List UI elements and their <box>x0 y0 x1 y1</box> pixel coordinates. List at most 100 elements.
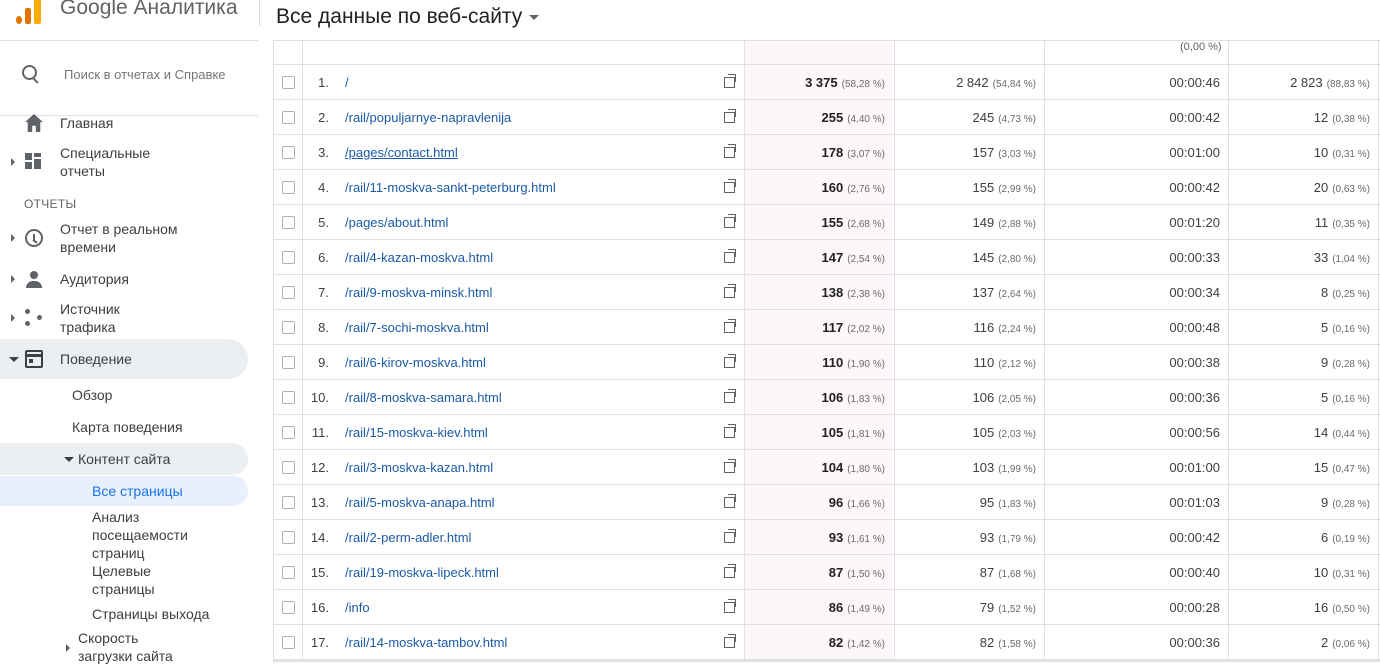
open-external-icon[interactable] <box>724 319 736 333</box>
row-checkbox[interactable] <box>282 321 295 334</box>
row-checkbox[interactable] <box>282 636 295 649</box>
row-checkbox[interactable] <box>282 146 295 159</box>
page-path-link[interactable]: /rail/8-moskva-samara.html <box>345 390 502 405</box>
row-checkbox[interactable] <box>282 566 295 579</box>
page-path-link[interactable]: /rail/populjarnye-napravlenija <box>345 110 511 125</box>
expand-arrow-icon[interactable] <box>11 275 15 283</box>
row-checkbox[interactable] <box>282 181 295 194</box>
page-path-link[interactable]: /rail/2-perm-adler.html <box>345 530 471 545</box>
nav-page-analysis[interactable]: Анализ посещаемости страниц <box>0 507 248 563</box>
open-external-icon[interactable] <box>724 494 736 508</box>
open-external-icon[interactable] <box>724 179 736 193</box>
nav-landing-pages[interactable]: Целевые страницы <box>0 561 248 599</box>
unique-pageviews-value: 82 <box>979 635 995 650</box>
page-path-link[interactable]: /rail/4-kazan-moskva.html <box>345 250 493 265</box>
nav-realtime-label: Отчет в реальном времени <box>60 221 178 255</box>
page-path-link[interactable]: /rail/5-moskva-anapa.html <box>345 495 495 510</box>
avg-time-cell: 00:00:48 <box>1169 320 1220 335</box>
open-external-icon[interactable] <box>724 599 736 613</box>
open-external-icon[interactable] <box>724 249 736 263</box>
page-path-link[interactable]: /rail/7-sochi-moskva.html <box>345 320 489 335</box>
entrances-cell: 12 (0,38 %) <box>1314 110 1370 125</box>
open-external-icon[interactable] <box>724 284 736 298</box>
open-external-icon[interactable] <box>724 529 736 543</box>
view-selector[interactable]: Все данные по веб-сайту <box>276 5 540 29</box>
row-checkbox[interactable] <box>282 356 295 369</box>
page-path-link[interactable]: /rail/15-moskva-kiev.html <box>345 425 488 440</box>
open-external-icon[interactable] <box>724 354 736 368</box>
row-checkbox[interactable] <box>282 286 295 299</box>
expand-arrow-icon[interactable] <box>11 314 15 322</box>
entrances-percent: (0,19 %) <box>1332 534 1370 545</box>
page-path-link[interactable]: /rail/6-kirov-moskva.html <box>345 355 486 370</box>
entrances-percent: (0,31 %) <box>1332 149 1370 160</box>
collapse-arrow-icon[interactable] <box>64 457 74 462</box>
nav-realtime[interactable]: Отчет в реальном времени <box>0 219 248 257</box>
row-checkbox[interactable] <box>282 426 295 439</box>
analytics-logo-icon[interactable] <box>14 0 44 24</box>
page-path-link[interactable]: /rail/11-moskva-sankt-peterburg.html <box>345 180 556 195</box>
nav-behavior-label: Поведение <box>60 351 132 367</box>
page-path-link[interactable]: /rail/3-moskva-kazan.html <box>345 460 493 475</box>
search-icon[interactable] <box>22 65 40 83</box>
open-external-icon[interactable] <box>724 459 736 473</box>
nav-overview[interactable]: Обзор <box>0 383 248 407</box>
nav-behavior[interactable]: Поведение <box>0 339 248 379</box>
pageviews-value: 86 <box>828 600 844 615</box>
page-path-link[interactable]: /pages/contact.html <box>345 145 458 160</box>
collapse-arrow-icon[interactable] <box>9 357 19 362</box>
entrances-value: 2 823 <box>1290 75 1323 90</box>
open-external-icon[interactable] <box>724 144 736 158</box>
row-checkbox[interactable] <box>282 496 295 509</box>
nav-exit-pages[interactable]: Страницы выхода <box>0 603 248 625</box>
avg-time-cell: 00:01:03 <box>1169 495 1220 510</box>
nav-custom-reports[interactable]: Специальные отчеты <box>0 143 248 181</box>
expand-arrow-icon[interactable] <box>66 644 70 652</box>
nav-home[interactable]: Главная <box>0 111 248 135</box>
pageviews-value: 155 <box>821 215 844 230</box>
nav-all-pages[interactable]: Все страницы <box>0 476 248 506</box>
pageviews-value: 87 <box>828 565 844 580</box>
row-index: 3. <box>318 145 329 160</box>
unique-pageviews-percent: (1,58 %) <box>998 639 1036 650</box>
search-input[interactable] <box>64 63 228 85</box>
brand-name[interactable]: Google Аналитика <box>60 0 238 20</box>
pageviews-percent: (1,66 %) <box>847 499 885 510</box>
row-checkbox[interactable] <box>282 461 295 474</box>
open-external-icon[interactable] <box>724 389 736 403</box>
entrances-cell: 9 (0,28 %) <box>1321 355 1370 370</box>
pageviews-value: 104 <box>821 460 844 475</box>
nav-behavior-map[interactable]: Карта поведения <box>0 415 248 439</box>
row-checkbox[interactable] <box>282 601 295 614</box>
expand-arrow-icon[interactable] <box>11 158 15 166</box>
row-checkbox[interactable] <box>282 111 295 124</box>
nav-traffic-source[interactable]: Источник трафика <box>0 299 248 337</box>
page-path-link[interactable]: /pages/about.html <box>345 215 448 230</box>
row-checkbox[interactable] <box>282 76 295 89</box>
row-checkbox[interactable] <box>282 531 295 544</box>
open-external-icon[interactable] <box>724 424 736 438</box>
nav-site-content[interactable]: Контент сайта <box>0 443 248 475</box>
pageviews-percent: (1,83 %) <box>847 394 885 405</box>
nav-audience[interactable]: Аудитория <box>0 267 248 291</box>
table-row: 10./rail/8-moskva-samara.html 106 (1,83 %)… <box>273 380 1380 415</box>
open-external-icon[interactable] <box>724 564 736 578</box>
row-checkbox[interactable] <box>282 251 295 264</box>
unique-pageviews-cell: 155 (2,99 %) <box>973 180 1037 195</box>
row-checkbox[interactable] <box>282 216 295 229</box>
row-checkbox[interactable] <box>282 391 295 404</box>
open-external-icon[interactable] <box>724 634 736 648</box>
entrances-percent: (0,28 %) <box>1332 359 1370 370</box>
page-path-link[interactable]: /info <box>345 600 370 615</box>
page-path-link[interactable]: / <box>345 75 349 90</box>
page-path-link[interactable]: /rail/9-moskva-minsk.html <box>345 285 492 300</box>
page-path-link[interactable]: /rail/19-moskva-lipeck.html <box>345 565 499 580</box>
open-external-icon[interactable] <box>724 214 736 228</box>
nav-site-speed[interactable]: Скорость загрузки сайта <box>0 628 248 664</box>
entrances-value: 16 <box>1313 600 1329 615</box>
page-path-link[interactable]: /rail/14-moskva-tambov.html <box>345 635 507 650</box>
expand-arrow-icon[interactable] <box>11 234 15 242</box>
entrances-cell: 14 (0,44 %) <box>1314 425 1370 440</box>
open-external-icon[interactable] <box>724 74 736 88</box>
open-external-icon[interactable] <box>724 109 736 123</box>
